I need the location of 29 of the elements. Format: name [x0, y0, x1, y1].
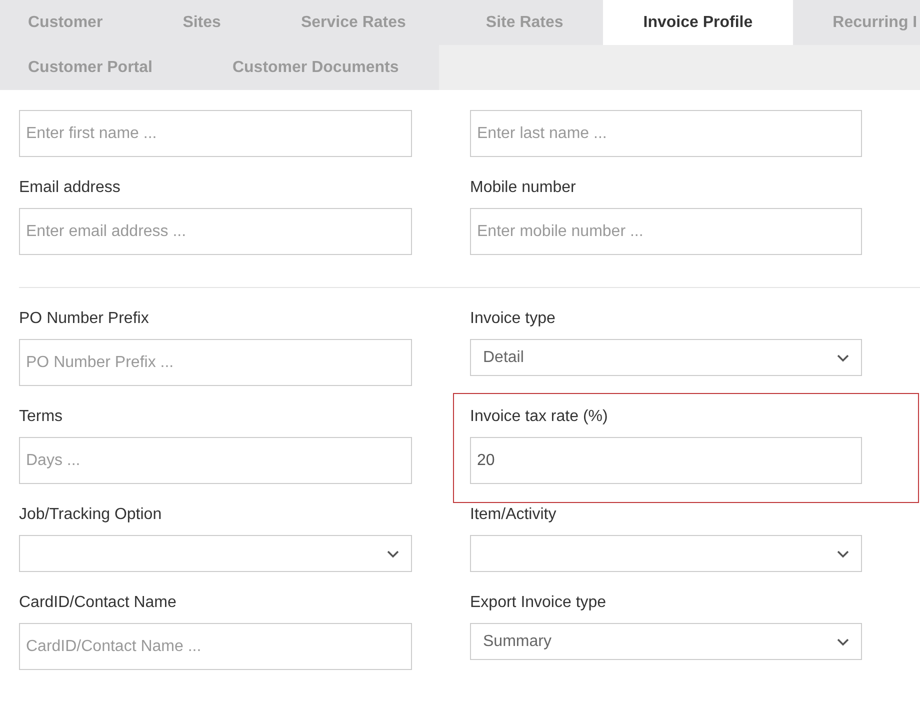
dropdown[interactable]: [470, 535, 862, 572]
field-label: Email address: [19, 178, 122, 198]
dropdown[interactable]: Summary: [470, 623, 862, 660]
input-field[interactable]: Days ...: [19, 437, 412, 484]
field-label: Export Invoice type: [470, 593, 608, 613]
field-label: Invoice type: [470, 309, 556, 329]
input-field[interactable]: PO Number Prefix ...: [19, 339, 412, 386]
tab[interactable]: Customer Documents: [192, 45, 439, 90]
dropdown[interactable]: Detail: [470, 339, 862, 376]
tab[interactable]: Invoice Profile: [603, 0, 793, 45]
field-label: Invoice tax rate (%): [470, 407, 609, 427]
input-field[interactable]: Enter first name ...: [19, 110, 412, 157]
field-label: Item/Activity: [470, 505, 558, 525]
input-field[interactable]: 20: [470, 437, 862, 484]
input-field[interactable]: CardID/Contact Name ...: [19, 623, 412, 670]
tab[interactable]: Customer Portal: [0, 45, 192, 90]
input-field[interactable]: Enter mobile number ...: [470, 208, 862, 255]
chevron-down-icon: [837, 638, 849, 646]
chevron-down-icon: [837, 354, 849, 362]
field-label: PO Number Prefix: [19, 309, 150, 329]
input-field[interactable]: Enter last name ...: [470, 110, 862, 157]
dropdown[interactable]: [19, 535, 412, 572]
field-label: Job/Tracking Option: [19, 505, 163, 525]
chevron-down-icon: [837, 550, 849, 558]
field-label: CardID/Contact Name: [19, 593, 178, 613]
chevron-down-icon: [387, 550, 399, 558]
field-label: Mobile number: [470, 178, 577, 198]
field-label: Terms: [19, 407, 64, 427]
input-field[interactable]: Enter email address ...: [19, 208, 412, 255]
